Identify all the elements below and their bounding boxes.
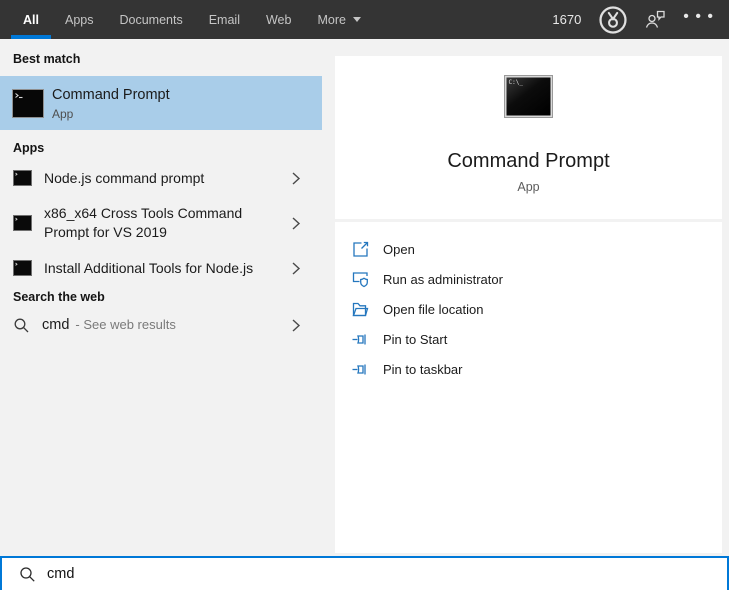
result-label: Install Additional Tools for Node.js bbox=[44, 259, 254, 276]
action-pin-to-start[interactable]: Pin to Start bbox=[335, 324, 722, 354]
tab-more[interactable]: More bbox=[305, 0, 372, 39]
chevron-right-icon[interactable] bbox=[289, 318, 302, 333]
tab-web[interactable]: Web bbox=[254, 0, 303, 39]
action-open-file-location[interactable]: Open file location bbox=[335, 294, 722, 324]
action-pin-to-taskbar[interactable]: Pin to taskbar bbox=[335, 354, 722, 384]
tab-all[interactable]: All bbox=[11, 0, 51, 39]
action-label: Open file location bbox=[383, 301, 484, 317]
result-install-additional-tools[interactable]: Install Additional Tools for Node.js bbox=[0, 253, 322, 283]
action-label: Open bbox=[383, 241, 415, 257]
action-label: Run as administrator bbox=[383, 271, 503, 287]
results-panel: Best match Command Prompt App Apps Node.… bbox=[0, 39, 322, 556]
terminal-app-icon bbox=[13, 260, 32, 276]
tab-email-label: Email bbox=[208, 12, 240, 27]
taskbar-search-box[interactable] bbox=[0, 556, 729, 590]
tab-apps[interactable]: Apps bbox=[53, 0, 106, 39]
web-results-hint: - See web results bbox=[75, 317, 176, 332]
action-label: Pin to Start bbox=[383, 331, 448, 347]
preview-card: C:\_ Command Prompt App bbox=[335, 56, 722, 219]
result-web-search[interactable]: cmd - See web results bbox=[0, 310, 322, 340]
search-header-bar: All Apps Documents Email Web More 1670 •… bbox=[0, 0, 729, 39]
result-x86-x64-cross-tools[interactable]: x86_x64 Cross Tools Command Prompt for V… bbox=[0, 201, 322, 245]
best-match-result[interactable]: Command Prompt App bbox=[0, 76, 322, 130]
action-open[interactable]: Open bbox=[335, 234, 722, 264]
chevron-right-icon[interactable] bbox=[289, 171, 302, 186]
header-actions: 1670 • • • bbox=[552, 0, 729, 39]
tab-documents[interactable]: Documents bbox=[107, 0, 194, 39]
tab-web-label: Web bbox=[265, 12, 292, 27]
chevron-right-icon[interactable] bbox=[289, 216, 302, 231]
web-query-label: cmd - See web results bbox=[42, 315, 176, 335]
command-prompt-icon bbox=[12, 88, 44, 118]
preview-title: Command Prompt bbox=[447, 150, 610, 172]
windows-search-flyout: All Apps Documents Email Web More 1670 •… bbox=[0, 0, 729, 590]
tab-documents-label: Documents bbox=[119, 12, 183, 27]
apps-header: Apps bbox=[13, 141, 45, 155]
terminal-app-icon bbox=[13, 170, 32, 186]
shield-window-icon bbox=[352, 271, 369, 288]
icon-prompt-text: C:\_ bbox=[509, 79, 524, 86]
folder-icon bbox=[352, 301, 369, 318]
actions-card: Open Run as administrator Open file loca… bbox=[335, 222, 722, 553]
rewards-medal-icon[interactable] bbox=[598, 5, 628, 35]
tab-apps-label: Apps bbox=[64, 12, 94, 27]
chevron-right-icon[interactable] bbox=[289, 261, 302, 276]
action-label: Pin to taskbar bbox=[383, 361, 463, 377]
search-icon bbox=[19, 566, 36, 583]
search-input[interactable] bbox=[47, 558, 727, 590]
best-match-header: Best match bbox=[13, 52, 81, 66]
search-icon bbox=[13, 317, 30, 334]
more-options-icon[interactable]: • • • bbox=[683, 8, 714, 31]
preview-subtitle: App bbox=[517, 180, 540, 194]
feedback-person-icon[interactable] bbox=[645, 10, 666, 29]
command-prompt-large-icon: C:\_ bbox=[504, 75, 553, 123]
best-match-subtitle: App bbox=[52, 106, 74, 121]
chevron-down-icon bbox=[352, 17, 361, 22]
result-label: Node.js command prompt bbox=[44, 169, 205, 186]
action-run-as-administrator[interactable]: Run as administrator bbox=[335, 264, 722, 294]
best-match-title: Command Prompt bbox=[52, 86, 170, 103]
tab-more-label: More bbox=[317, 12, 346, 27]
pin-icon bbox=[352, 331, 369, 348]
result-label: x86_x64 Cross Tools Command Prompt for V… bbox=[44, 205, 243, 240]
terminal-app-icon bbox=[13, 215, 32, 231]
result-nodejs-command-prompt[interactable]: Node.js command prompt bbox=[0, 163, 322, 193]
web-query: cmd bbox=[42, 317, 70, 333]
search-web-header: Search the web bbox=[13, 290, 105, 304]
pin-icon bbox=[352, 361, 369, 378]
open-window-icon bbox=[352, 241, 369, 258]
filter-tabs: All Apps Documents Email Web More bbox=[0, 0, 373, 39]
tab-email[interactable]: Email bbox=[197, 0, 252, 39]
rewards-points: 1670 bbox=[552, 12, 582, 27]
tab-all-label: All bbox=[23, 12, 39, 27]
